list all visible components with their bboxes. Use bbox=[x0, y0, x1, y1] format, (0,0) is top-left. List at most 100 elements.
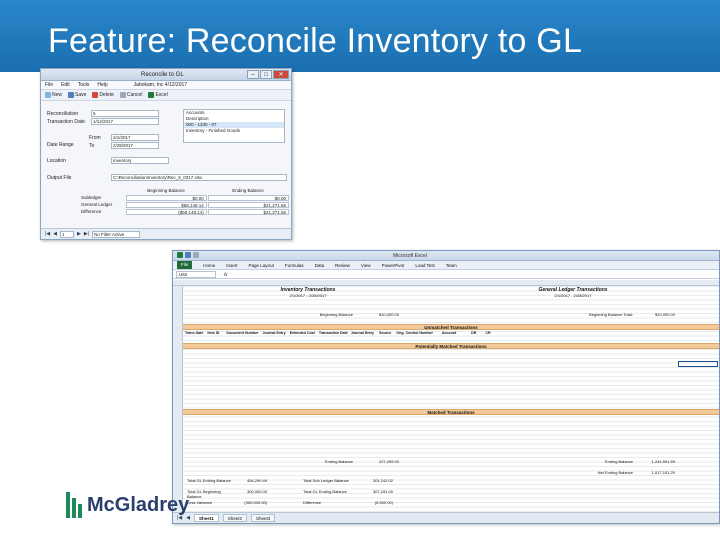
prev-record-button[interactable]: ◀ bbox=[53, 231, 57, 237]
record-navigator: |◀ ◀ 1 ▶ ▶| No Filter Active bbox=[41, 228, 291, 239]
name-box[interactable]: U62 bbox=[176, 270, 216, 278]
menu-edit[interactable]: Edit bbox=[61, 82, 70, 88]
total-label: Total GL Ending Balance bbox=[187, 478, 231, 483]
col-item-id: Item ID bbox=[207, 331, 220, 335]
excel-app-icon bbox=[177, 252, 183, 258]
ribbon-tab-powerpivot[interactable]: PowerPivot bbox=[382, 263, 405, 268]
row-label: Subledger bbox=[81, 195, 102, 200]
ribbon-tab-team[interactable]: Team bbox=[446, 263, 457, 268]
difference-row: Difference ($58,148.14) $21,271.56 bbox=[81, 208, 289, 215]
slide: Feature: Reconcile Inventory to GL Recon… bbox=[0, 0, 720, 540]
net-ending-balance-label: Net Ending Balance bbox=[597, 470, 633, 475]
last-record-button[interactable]: ▶| bbox=[84, 231, 89, 237]
total-label: Total Sub Ledger Balance bbox=[303, 478, 349, 483]
row-label: Difference bbox=[81, 209, 102, 214]
total-label: Less Variance bbox=[187, 500, 213, 505]
close-button[interactable]: ✕ bbox=[273, 70, 289, 79]
net-ending-balance-value: 1,017,151.20 bbox=[651, 470, 675, 475]
reconciliation-field[interactable]: 5 bbox=[91, 110, 159, 117]
ribbon-tab-load-test[interactable]: Load Test bbox=[415, 263, 434, 268]
cancel-label: Cancel bbox=[126, 92, 143, 98]
record-number-field[interactable]: 1 bbox=[60, 230, 75, 238]
output-file-label: Output File bbox=[47, 175, 72, 181]
col-document-number: Document Number bbox=[226, 331, 259, 335]
delete-icon bbox=[92, 92, 99, 98]
maximize-button[interactable]: □ bbox=[260, 70, 272, 79]
ribbon-tab-home[interactable]: Home bbox=[203, 263, 215, 268]
sheet-tab-2[interactable]: Sheet2 bbox=[222, 514, 248, 522]
ribbon-tab-view[interactable]: View bbox=[361, 263, 371, 268]
general-ledger-row: General Ledger $58,148.14 $21,271.56 bbox=[81, 201, 289, 208]
col-transaction-date: Transaction Date bbox=[318, 331, 348, 335]
save-label: Save bbox=[75, 92, 87, 98]
col-gl-journal-entry: Journal Entry bbox=[350, 331, 375, 335]
excel-button[interactable]: Excel bbox=[148, 92, 168, 98]
col-trans-date: Trans Date bbox=[185, 331, 204, 335]
save-button[interactable]: Save bbox=[68, 92, 86, 98]
transaction-date-field[interactable]: 1/12/2017 bbox=[91, 118, 159, 125]
ribbon-tab-data[interactable]: Data bbox=[315, 263, 325, 268]
from-date-field[interactable]: 2/1/2017 bbox=[111, 134, 159, 141]
excel-title: Microsoft Excel bbox=[393, 253, 427, 259]
first-record-button[interactable]: |◀ bbox=[45, 231, 50, 237]
menu-tools[interactable]: Tools bbox=[78, 82, 90, 88]
ribbon-tab-file[interactable]: File bbox=[177, 261, 193, 269]
location-select[interactable]: Inventory bbox=[111, 157, 169, 164]
logo-text: McGladrey bbox=[87, 493, 190, 516]
col-account: Account bbox=[441, 331, 457, 335]
ribbon-tab-formulas[interactable]: Formulas bbox=[285, 263, 304, 268]
ending-balance-value: 227,259.00 bbox=[378, 459, 399, 464]
total-label: Total GL Ending Balance bbox=[303, 489, 347, 494]
minimize-button[interactable]: – bbox=[247, 70, 259, 79]
company-label: Jabokam, Inc 4/12/2017 bbox=[133, 82, 188, 88]
fx-icon[interactable]: fx bbox=[224, 272, 228, 277]
cancel-button[interactable]: Cancel bbox=[119, 92, 143, 98]
sheet-tabs: |◀ ◀ Sheet1 Sheet2 Sheet3 bbox=[173, 512, 719, 523]
account-lookup-list[interactable]: Accounts Description 000 - 1330 - 07 Inv… bbox=[183, 109, 285, 143]
new-button[interactable]: New bbox=[45, 92, 62, 98]
total-label: Difference bbox=[303, 500, 322, 505]
total-value: (5,909.00) bbox=[374, 500, 393, 505]
gl-date-range: 2/1/2017 - 2/28/2017 bbox=[554, 293, 592, 298]
ribbon-tab-page-layout[interactable]: Page Layout bbox=[249, 263, 274, 268]
inventory-date-range: 2/1/2017 - 2/28/2017 bbox=[289, 293, 327, 298]
subledger-row: Subledger $0.00 $0.00 bbox=[81, 194, 289, 201]
lookup-account-name[interactable]: Inventory - Finished Goods bbox=[184, 128, 284, 134]
title-bar: Feature: Reconcile Inventory to GL bbox=[0, 0, 720, 72]
dialog-title: Reconcile to GL bbox=[141, 72, 184, 78]
gl-beginning-balance-label: Beginning Balance Total: bbox=[589, 312, 633, 317]
balance-header-row: Beginning Balance Ending Balance bbox=[81, 187, 289, 194]
ending-balance-value: $21,271.56 bbox=[207, 201, 289, 208]
gl-ending-balance-label: Ending Balance bbox=[604, 459, 633, 464]
row-label: General Ledger bbox=[81, 202, 113, 207]
delete-button[interactable]: Delete bbox=[92, 92, 114, 98]
undo-icon[interactable] bbox=[193, 252, 199, 258]
next-record-button[interactable]: ▶ bbox=[77, 231, 81, 237]
ending-balance-label: Ending Balance bbox=[324, 459, 353, 464]
ending-balance-value: $0.00 bbox=[207, 194, 289, 201]
dialog-menu-bar: File Edit Tools Help Jabokam, Inc 4/12/2… bbox=[41, 81, 291, 90]
ribbon-tab-review[interactable]: Review bbox=[335, 263, 350, 268]
sheet-tab-1[interactable]: Sheet1 bbox=[194, 514, 219, 522]
save-icon[interactable] bbox=[185, 252, 191, 258]
total-value: 307,151.00 bbox=[372, 489, 393, 494]
excel-ribbon-tabs: File Home Insert Page Layout Formulas Da… bbox=[173, 261, 719, 270]
location-label: Location bbox=[47, 158, 66, 164]
ending-balance-header: Ending Balance bbox=[232, 188, 264, 193]
filter-search-field[interactable]: No Filter Active bbox=[92, 230, 141, 238]
sheet-tab-3[interactable]: Sheet3 bbox=[251, 514, 276, 522]
ribbon-tab-insert[interactable]: Insert bbox=[226, 263, 237, 268]
column-header-row: Trans Date Item ID Document Number Journ… bbox=[185, 331, 491, 335]
col-cr: CR bbox=[485, 331, 491, 335]
excel-window: Microsoft Excel File Home Insert Page La… bbox=[172, 250, 720, 524]
menu-file[interactable]: File bbox=[45, 82, 53, 88]
menu-help[interactable]: Help bbox=[97, 82, 107, 88]
date-range-label: Date Range bbox=[47, 142, 74, 148]
beginning-balance-label: Beginning Balance bbox=[319, 312, 353, 317]
selected-cell[interactable] bbox=[678, 361, 718, 367]
slide-title: Feature: Reconcile Inventory to GL bbox=[48, 22, 583, 60]
col-extended-cost: Extended Cost bbox=[289, 331, 315, 335]
to-date-field[interactable]: 2/28/2017 bbox=[111, 142, 159, 149]
delete-label: Delete bbox=[99, 92, 114, 98]
output-file-field[interactable]: C:\Reconciliation\Inventory\Rec_5_0317.x… bbox=[111, 174, 287, 181]
